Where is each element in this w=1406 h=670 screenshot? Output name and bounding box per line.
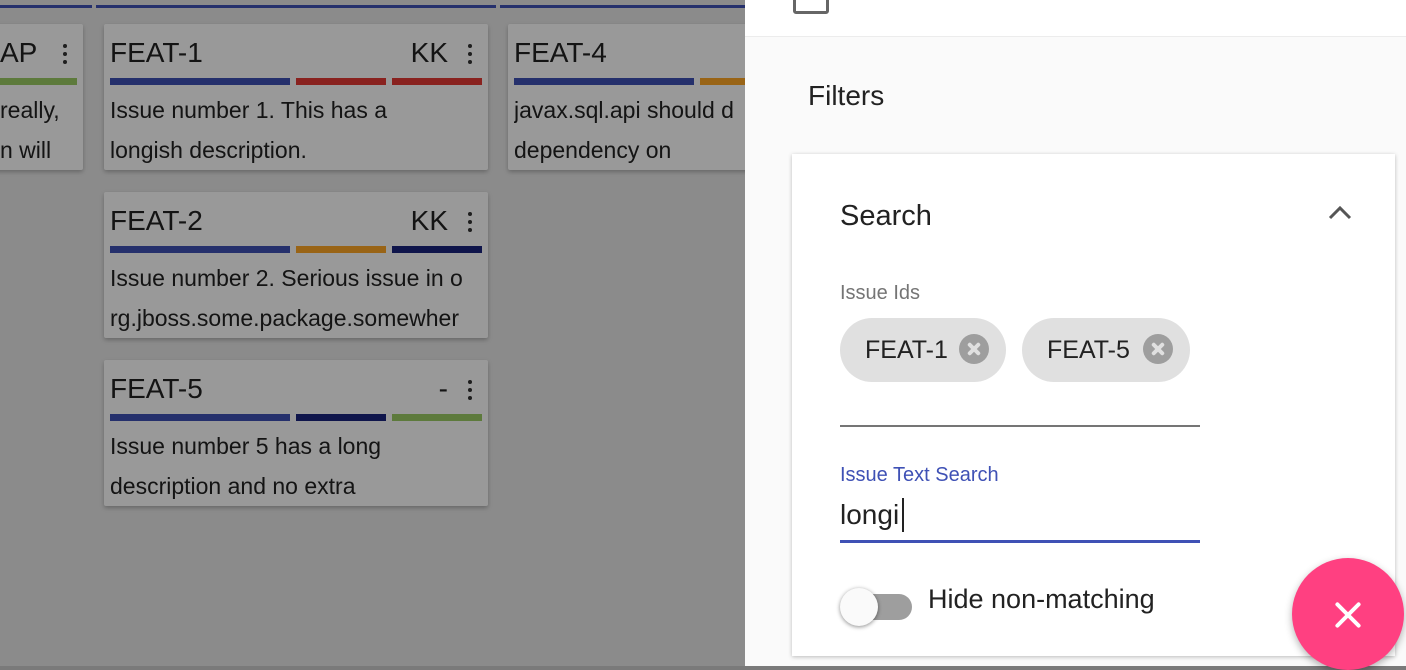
modal-backdrop[interactable] <box>0 0 745 666</box>
issue-id-chip: FEAT-5 <box>1022 318 1190 382</box>
chip-label: FEAT-1 <box>865 336 948 364</box>
checkbox-icon[interactable] <box>793 0 829 14</box>
chip-label: FEAT-5 <box>1047 336 1130 364</box>
filters-title: Filters <box>808 80 885 111</box>
text-cursor <box>902 498 904 532</box>
remove-chip-icon[interactable] <box>1143 334 1173 364</box>
panel-header <box>745 0 1406 37</box>
issue-text-search-input[interactable] <box>840 494 1200 536</box>
search-title: Search <box>840 200 932 232</box>
filters-panel: Filters Search Issue Ids FEAT-1 FEAT-5 I… <box>745 0 1406 666</box>
chevron-up-icon[interactable] <box>1328 204 1352 220</box>
issue-id-chip: FEAT-1 <box>840 318 1006 382</box>
issue-board: AP really, n will FEAT-1 KK Issue number… <box>0 0 745 666</box>
toggle-thumb <box>840 588 878 626</box>
issue-ids-underline <box>840 425 1200 427</box>
close-fab-button[interactable] <box>1292 558 1404 670</box>
hide-non-matching-toggle[interactable] <box>840 586 914 626</box>
hide-non-matching-label: Hide non-matching <box>928 584 1155 614</box>
remove-chip-icon[interactable] <box>959 334 989 364</box>
issue-ids-label: Issue Ids <box>840 282 921 304</box>
issue-text-search-label: Issue Text Search <box>840 464 999 486</box>
issue-text-search-underline <box>840 540 1200 543</box>
